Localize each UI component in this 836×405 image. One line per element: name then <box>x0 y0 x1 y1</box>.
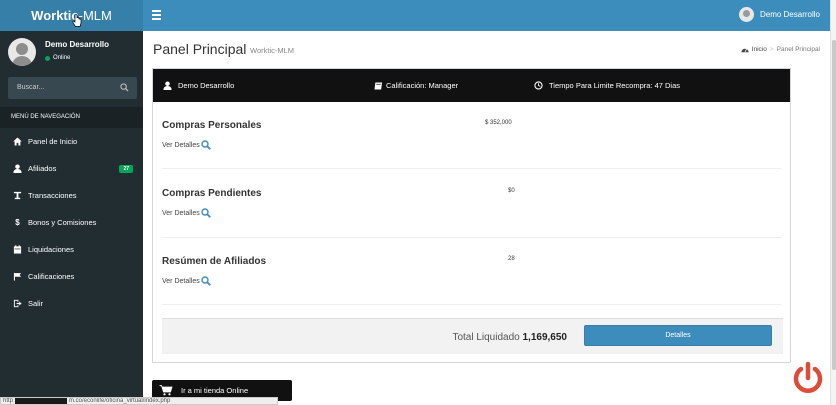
breadcrumb-separator: > <box>769 46 774 53</box>
sidebar: Demo Desarrollo Online Buscar... MENÚ DE… <box>0 31 143 405</box>
details-link[interactable]: Ver Detalles <box>162 208 781 218</box>
user-icon <box>163 81 172 90</box>
browser-status-bar: http m.co/econlife/oficina_virtual/index.… <box>0 397 278 405</box>
sign-out-icon <box>13 299 22 308</box>
divider <box>162 237 781 238</box>
page-scrollbar[interactable] <box>830 0 836 405</box>
summary-repurchase: Tiempo Para Limite Recompra: 47 Dias <box>534 81 680 90</box>
sidebar-item-liquidaciones[interactable]: Liquidaciones <box>0 236 143 263</box>
stat-value: $0 <box>508 188 515 194</box>
search-icon[interactable] <box>201 208 211 218</box>
details-link-label: Ver Detalles <box>162 209 200 217</box>
details-link[interactable]: Ver Detalles <box>162 140 781 150</box>
flag-icon <box>13 272 22 281</box>
online-status: Online <box>45 55 70 61</box>
details-link[interactable]: Ver Detalles <box>162 276 781 286</box>
summary-qualification: Calificación: Manager <box>374 81 458 90</box>
transactions-icon <box>13 191 22 200</box>
scrollbar-thumb[interactable] <box>832 40 836 370</box>
sidebar-toggle-icon[interactable] <box>152 10 161 20</box>
sidebar-item-salir[interactable]: Salir <box>0 290 143 317</box>
top-user-name: Demo Desarrollo <box>759 10 820 19</box>
stat-label: Resúmen de Afiliados <box>162 256 267 267</box>
summary-header: Demo Desarrollo Calificación: Manager Ti… <box>153 69 790 102</box>
breadcrumb-current: Panel Principal <box>776 46 820 53</box>
breadcrumb-home[interactable]: Inicio <box>752 46 767 53</box>
sidebar-item-label: Salir <box>28 299 44 308</box>
sidebar-item-label: Panel de Inicio <box>28 137 78 146</box>
book-icon <box>374 81 383 90</box>
sidebar-item-label: Bonos y Comisiones <box>28 218 97 227</box>
box-footer: Total Liquidado 1,169,650 Detalles <box>162 318 783 354</box>
stat-label: Compras Personales <box>162 120 262 131</box>
summary-box: Demo Desarrollo Calificación: Manager Ti… <box>152 68 791 363</box>
stat-row-compras-pendientes: Compras Pendientes $0 Ver Detalles <box>162 188 781 218</box>
sidebar-item-label: Calificaciones <box>28 272 75 281</box>
sidebar-item-bonos-y-comisiones[interactable]: $ Bonos y Comisiones <box>0 209 143 236</box>
redacted-block <box>15 398 67 404</box>
qualification-label: Calificación: Manager <box>386 81 459 90</box>
power-icon[interactable] <box>790 360 826 396</box>
user-menu[interactable]: Demo Desarrollo <box>738 7 820 22</box>
sidebar-item-afiliados[interactable]: Afiliados 27 <box>0 155 143 182</box>
sidebar-user-name: Demo Desarrollo <box>45 40 110 49</box>
top-navbar: Worktic -MLM Demo Desarrollo <box>0 0 830 31</box>
sidebar-item-panel-de-inicio[interactable]: Panel de Inicio <box>0 128 143 155</box>
sidebar-item-label: Afiliados <box>28 164 57 173</box>
search-icon[interactable] <box>120 83 129 92</box>
stat-value: $ 352,000 <box>485 120 512 126</box>
user-panel: Demo Desarrollo Online <box>0 31 143 73</box>
sidebar-item-label: Liquidaciones <box>28 245 74 254</box>
sidebar-nav: Panel de Inicio Afiliados 27 Transaccion… <box>0 128 143 317</box>
page-title: Panel Principal <box>153 41 247 57</box>
brand-suffix: -MLM <box>78 8 112 23</box>
sidebar-item-transacciones[interactable]: Transacciones <box>0 182 143 209</box>
page-subtitle: Worktic-MLM <box>250 46 295 55</box>
search-placeholder: Buscar... <box>17 84 45 91</box>
stat-value: 28 <box>508 256 515 262</box>
divider <box>162 168 781 169</box>
details-button[interactable]: Detalles <box>584 325 772 346</box>
avatar <box>738 7 754 22</box>
user-icon <box>13 164 22 173</box>
stat-row-compras-personales: Compras Personales $ 352,000 Ver Detalle… <box>162 120 781 150</box>
dashboard-icon <box>741 48 749 53</box>
hand-cursor-icon <box>72 14 82 27</box>
calendar-icon <box>13 245 22 254</box>
status-label: Online <box>53 55 71 61</box>
breadcrumb: Inicio > Panel Principal <box>741 46 820 53</box>
online-store-label: Ir a mi tienda Online <box>181 386 249 395</box>
status-url: m.co/econlife/oficina_virtual/index.php <box>69 398 171 404</box>
total-value: 1,169,650 <box>522 332 568 343</box>
stat-row-resumen-afiliados: Resúmen de Afiliados 28 Ver Detalles <box>162 256 781 286</box>
status-url-prefix: http <box>3 398 14 404</box>
details-link-label: Ver Detalles <box>162 141 200 149</box>
cart-icon <box>159 385 173 396</box>
dollar-icon: $ <box>15 218 20 227</box>
sidebar-item-calificaciones[interactable]: Calificaciones <box>0 263 143 290</box>
status-dot-icon <box>45 55 50 61</box>
nav-header: MENÚ DE NAVEGACIÓN <box>0 107 143 128</box>
sidebar-item-label: Transacciones <box>28 191 77 200</box>
repurchase-label: Tiempo Para Limite Recompra: 47 Dias <box>549 81 681 90</box>
home-icon <box>13 137 22 146</box>
search-icon[interactable] <box>201 276 211 286</box>
clock-icon <box>534 81 543 90</box>
total-label: Total Liquidado <box>452 332 520 343</box>
affiliates-count-badge: 27 <box>119 165 133 173</box>
avatar <box>8 38 36 66</box>
stat-label: Compras Pendientes <box>162 188 262 199</box>
search-input[interactable]: Buscar... <box>8 77 137 99</box>
summary-user: Demo Desarrollo <box>163 81 234 90</box>
details-link-label: Ver Detalles <box>162 277 200 285</box>
divider <box>162 304 781 305</box>
search-icon[interactable] <box>201 140 211 150</box>
total-liquidated: Total Liquidado 1,169,650 <box>452 332 567 343</box>
summary-user-name: Demo Desarrollo <box>178 81 235 90</box>
